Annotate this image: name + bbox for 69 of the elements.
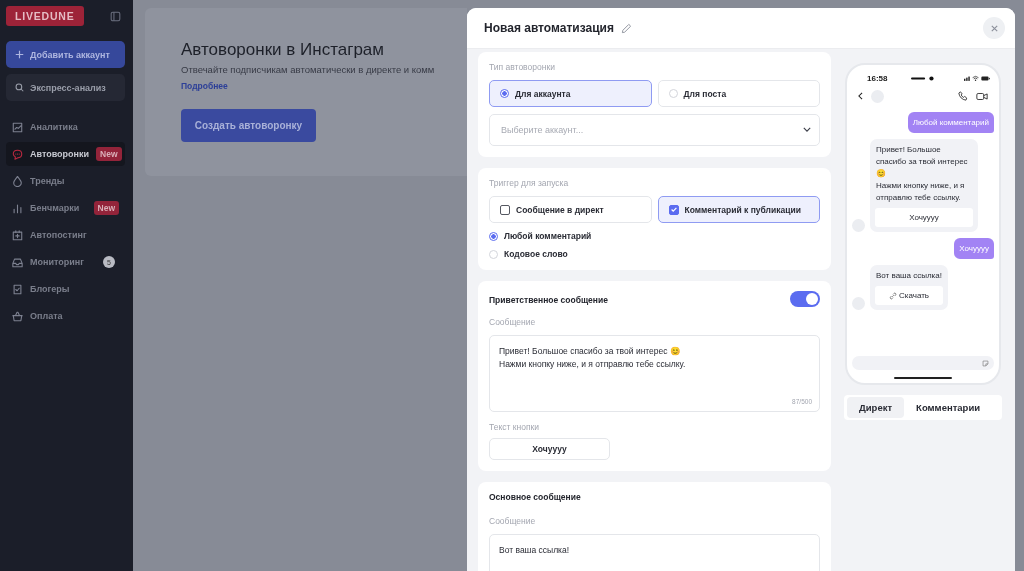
comment-mode-radio[interactable]: Кодовое слово xyxy=(489,249,568,259)
create-funnel-button[interactable]: Создать автоворонку xyxy=(181,109,316,142)
back-icon[interactable] xyxy=(858,92,863,100)
camera-notch-icon xyxy=(911,75,936,81)
nav-item[interactable]: Автопостинг xyxy=(6,223,125,247)
drop-icon xyxy=(12,175,23,187)
field-label: Сообщение xyxy=(489,516,537,526)
sent-message: Любой комментарий xyxy=(907,112,994,133)
account-select[interactable]: Выберите аккаунт... xyxy=(489,114,820,146)
chat-button[interactable]: Скачать xyxy=(875,286,943,305)
add-account-button[interactable]: Добавить аккаунт xyxy=(6,41,125,68)
checkbox[interactable] xyxy=(668,204,679,215)
link-icon xyxy=(889,291,897,300)
home-indicator xyxy=(894,377,952,379)
nav-item[interactable]: Блогеры xyxy=(6,277,125,301)
page-subtitle: Отвечайте подписчикам автоматически в директе и комм xyxy=(181,64,436,75)
nav-item[interactable]: Бенчмарки New xyxy=(6,196,125,220)
plus-icon xyxy=(15,50,24,59)
section-title: Приветственное сообщение xyxy=(489,295,608,305)
trigger-option[interactable]: Сообщение в директ xyxy=(489,196,652,223)
section-label: Триггер для запуска xyxy=(489,178,570,188)
pencil-icon[interactable] xyxy=(620,22,632,34)
clipboard-check-icon xyxy=(12,283,23,295)
nav-item[interactable]: Оплата xyxy=(6,304,125,328)
field-label: Текст кнопки xyxy=(489,422,540,432)
message-text: Привет! Большое спасибо за твой интерес 😊 Нажми кнопку ниже, и я отправлю тебе ссылку. xyxy=(875,144,969,204)
preview-tab[interactable]: Комментарии xyxy=(906,397,991,418)
message-text: Привет! Большое спасибо за твой интерес 😊 Нажми кнопку ниже, и я отправлю тебе ссылку. xyxy=(499,345,687,372)
message-text: Вот ваша ссылка! xyxy=(875,270,943,282)
new-badge: New xyxy=(96,147,122,161)
message-field[interactable]: Вот ваша ссылка! xyxy=(489,534,820,571)
message-input-field[interactable] xyxy=(852,356,994,370)
modal-title: Новая автоматизация xyxy=(484,21,614,35)
page-title: Автоворонки в Инстаграм xyxy=(181,40,385,60)
nav-item[interactable]: Аналитика xyxy=(6,115,125,139)
search-icon xyxy=(15,83,24,92)
section-title: Основное сообщение xyxy=(489,492,582,502)
nav-item[interactable]: Тренды xyxy=(6,169,125,193)
trigger-option[interactable]: Комментарий к публикации xyxy=(657,196,820,223)
calendar-plus-icon xyxy=(12,229,23,241)
status-icons-drawing xyxy=(964,75,990,81)
basket-icon xyxy=(12,310,23,322)
message-text: Вот ваша ссылка! xyxy=(499,544,571,557)
close-icon xyxy=(989,23,999,33)
status-time: 16:58 xyxy=(867,73,888,83)
chat-bubble-icon xyxy=(12,148,23,160)
button-text-field[interactable]: Хочуууу xyxy=(489,438,610,460)
funnel-type-option[interactable]: Для аккаунта xyxy=(489,80,652,107)
sidebar-toggle-icon[interactable] xyxy=(110,10,121,22)
video-camera-icon[interactable] xyxy=(976,91,988,101)
chat-button[interactable]: Хочуууу xyxy=(875,208,973,227)
chevron-down-icon xyxy=(803,127,811,132)
phone-icon[interactable] xyxy=(958,91,968,101)
preview-tab[interactable]: Директ xyxy=(847,397,905,418)
nav-item[interactable]: Автоворонки New xyxy=(6,142,125,166)
funnel-type-option[interactable]: Для поста xyxy=(657,80,820,107)
checkbox[interactable] xyxy=(500,204,510,215)
sent-message: Хочуууу xyxy=(954,238,994,259)
toggle-switch[interactable] xyxy=(790,291,820,307)
section-label: Тип автоворонки xyxy=(489,62,556,72)
new-badge: New xyxy=(93,201,119,215)
sticker-icon[interactable] xyxy=(982,359,989,367)
express-analysis-button[interactable]: Экспресс-анализ xyxy=(6,74,125,101)
chart-icon xyxy=(12,121,23,133)
logo[interactable]: LIVEDUNE xyxy=(6,6,84,26)
inbox-icon xyxy=(12,256,23,268)
field-label: Сообщение xyxy=(489,317,537,327)
comment-mode-radio[interactable]: Любой комментарий xyxy=(489,231,592,241)
bar-chart-icon xyxy=(12,202,23,214)
